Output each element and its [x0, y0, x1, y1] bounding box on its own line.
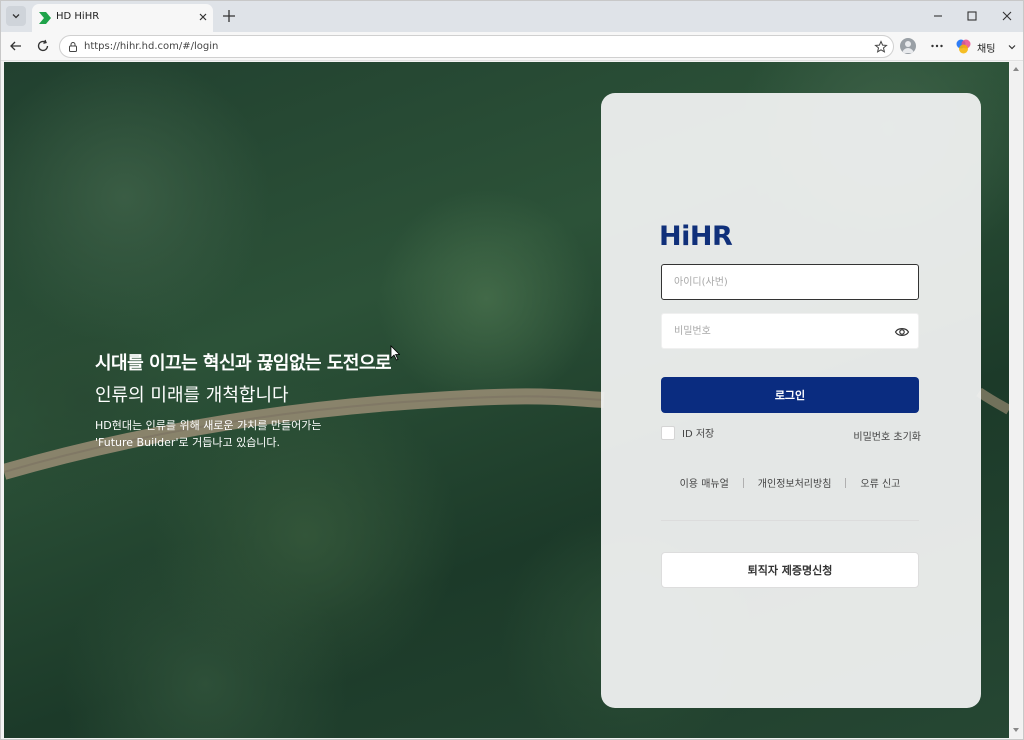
maximize-icon[interactable] [964, 8, 980, 24]
password-field[interactable] [661, 313, 919, 349]
hero-text: 시대를 이끄는 혁신과 끊임없는 도전으로 인류의 미래를 개척합니다 HD현대… [95, 349, 392, 451]
page-viewport: 시대를 이끄는 혁신과 끊임없는 도전으로 인류의 미래를 개척합니다 HD현대… [4, 62, 1009, 738]
hero-headline: 시대를 이끄는 혁신과 끊임없는 도전으로 [95, 353, 392, 374]
chevron-down-icon[interactable] [1007, 42, 1017, 52]
star-icon[interactable] [874, 40, 888, 54]
hero-description: HD현대는 인류를 위해 새로운 가치를 만들어가는 'Future Build… [95, 417, 391, 451]
hero-subheadline: 인류의 미래를 개척합니다 [95, 385, 289, 406]
lock-icon[interactable] [67, 41, 79, 53]
user-manual-link[interactable]: 이용 매뉴얼 [680, 475, 729, 490]
tab-hihr[interactable]: HD HiHR [32, 4, 213, 32]
minimize-icon[interactable] [930, 8, 946, 24]
reset-password-link[interactable]: 비밀번호 초기화 [853, 428, 921, 443]
footer-links: 이용 매뉴얼 개인정보처리방침 오류 신고 [661, 475, 919, 490]
login-card: HiHR 로그인 ID 저장 비밀번호 초기화 이용 매뉴얼 개인정보처리방침 … [601, 93, 981, 708]
profile-icon[interactable] [900, 38, 916, 54]
hihr-logo: HiHR [659, 221, 733, 252]
copilot-icon[interactable] [955, 38, 972, 55]
copilot-label[interactable]: 채팅 [977, 40, 995, 55]
error-report-link[interactable]: 오류 신고 [860, 475, 900, 490]
back-icon[interactable] [8, 38, 24, 54]
user-id-field[interactable] [661, 264, 919, 300]
password-input[interactable] [662, 314, 918, 348]
privacy-policy-link[interactable]: 개인정보처리방침 [758, 475, 832, 490]
tab-list-button[interactable] [6, 6, 26, 26]
hero-description-line: HD현대는 인류를 위해 새로운 가치를 만들어가는 [95, 419, 322, 432]
link-separator [845, 477, 847, 488]
chevron-down-icon [12, 14, 20, 19]
retiree-certificate-button[interactable]: 퇴직자 제증명신청 [661, 552, 919, 588]
close-icon[interactable] [196, 10, 210, 24]
tab-title: HD HiHR [56, 11, 100, 22]
link-separator [742, 477, 744, 488]
browser-window: HD HiHR https://hihr.hd.com/#/login 채팅 시… [0, 0, 1024, 740]
more-icon[interactable] [929, 38, 945, 54]
login-button[interactable]: 로그인 [661, 377, 919, 413]
tab-strip: HD HiHR [1, 1, 1023, 32]
scroll-up-icon[interactable] [1012, 65, 1020, 73]
scroll-down-icon[interactable] [1012, 726, 1020, 734]
save-id-option[interactable]: ID 저장 [661, 425, 714, 440]
user-id-input[interactable] [662, 265, 918, 299]
save-id-checkbox[interactable] [661, 425, 675, 440]
address-bar[interactable]: https://hihr.hd.com/#/login [59, 35, 894, 58]
url-text[interactable]: https://hihr.hd.com/#/login [84, 41, 218, 52]
window-close-icon[interactable] [999, 8, 1015, 24]
page-scrollbar[interactable] [1010, 62, 1022, 738]
save-id-label[interactable]: ID 저장 [682, 425, 714, 440]
favicon-icon [39, 12, 51, 24]
address-toolbar: https://hihr.hd.com/#/login 채팅 [1, 32, 1023, 61]
eye-icon[interactable] [894, 324, 910, 340]
reload-icon[interactable] [35, 38, 51, 54]
person-icon [902, 41, 914, 53]
mouse-cursor-icon [390, 345, 400, 361]
card-divider [661, 520, 919, 521]
plus-icon[interactable] [221, 8, 237, 24]
hero-description-line: 'Future Builder'로 거듭나고 있습니다. [95, 436, 281, 449]
